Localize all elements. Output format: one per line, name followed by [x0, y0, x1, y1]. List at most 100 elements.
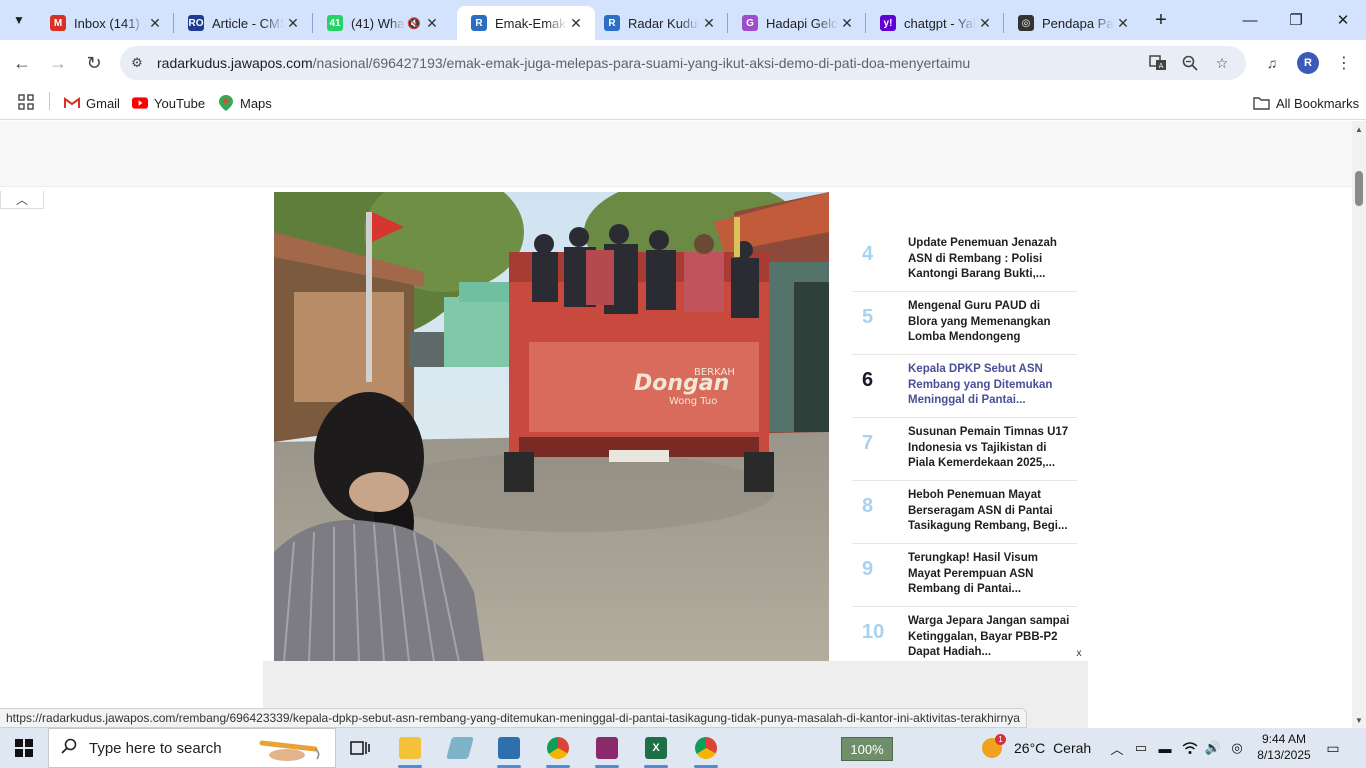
pencil-doodle-icon	[257, 735, 327, 768]
popular-article-item[interactable]: 4 Update Penemuan Jenazah ASN di Rembang …	[852, 229, 1077, 292]
volume-icon[interactable]: 🔊	[1203, 738, 1223, 758]
tab-search-button[interactable]: ▼	[6, 7, 32, 33]
browser-tab[interactable]: M Inbox (141) - ✕	[36, 6, 174, 40]
tab-close-icon[interactable]: ✕	[700, 14, 718, 32]
popular-article-item[interactable]: 7 Susunan Pemain Timnas U17 Indonesia vs …	[852, 418, 1077, 481]
muted-speaker-icon[interactable]: 🔇	[405, 14, 423, 32]
article-title-link[interactable]: Update Penemuan Jenazah ASN di Rembang :…	[908, 236, 1070, 284]
translate-icon[interactable]: A	[1148, 53, 1168, 73]
back-button[interactable]: ←	[9, 50, 35, 76]
bookmark-maps[interactable]: Maps	[218, 93, 272, 113]
browser-tab[interactable]: ◎ Pendapa Pati ✕	[1004, 6, 1142, 40]
browser-tab[interactable]: G Hadapi Gelo ✕	[728, 6, 866, 40]
popular-article-item[interactable]: 6 Kepala DPKP Sebut ASN Rembang yang Dite…	[852, 355, 1077, 418]
browser-tab[interactable]: RO Article - CMS ✕	[174, 6, 312, 40]
tab-strip: ▼ M Inbox (141) - ✕ RO Article - CMS ✕ 41 (41) …	[0, 0, 1366, 40]
apps-button[interactable]	[18, 93, 34, 113]
tab-close-icon[interactable]: ✕	[838, 14, 856, 32]
meet-now-icon[interactable]: ▭	[1131, 738, 1151, 758]
scroll-down-arrow-icon[interactable]: ▼	[1355, 716, 1363, 725]
article-rank-number: 4	[862, 243, 874, 265]
profile-avatar[interactable]: R	[1297, 52, 1319, 74]
zoom-indicator[interactable]: 100%	[841, 737, 893, 761]
tab-close-icon[interactable]: ✕	[146, 14, 164, 32]
article-title-link[interactable]: Warga Jepara Jangan sampai Ketinggalan, …	[908, 614, 1070, 662]
bookmark-star-icon[interactable]: ☆	[1212, 53, 1232, 73]
restore-button[interactable]: ❐	[1273, 0, 1319, 40]
taskbar-winrar[interactable]	[587, 732, 627, 768]
tab-close-icon[interactable]: ✕	[423, 14, 441, 32]
bookmark-youtube[interactable]: YouTube	[132, 93, 205, 113]
forward-button[interactable]: →	[45, 50, 71, 76]
all-bookmarks-button[interactable]: All Bookmarks	[1252, 93, 1359, 113]
apps-grid-icon	[18, 93, 34, 113]
article-title-link[interactable]: Susunan Pemain Timnas U17 Indonesia vs T…	[908, 425, 1070, 473]
browser-tab[interactable]: R Radar Kudus ✕	[590, 6, 728, 40]
taskbar-app-notes[interactable]	[440, 732, 480, 764]
minimize-icon: —	[1242, 11, 1258, 29]
page-scrollbar[interactable]: ▲ ▼	[1352, 121, 1366, 728]
article-title-link[interactable]: Heboh Penemuan Mayat Berseragam ASN di P…	[908, 488, 1070, 536]
taskbar-photos[interactable]	[489, 732, 529, 768]
taskbar-search-box[interactable]: Type here to search	[48, 728, 336, 768]
site-info-icon[interactable]: ⚙	[128, 54, 146, 72]
start-button[interactable]	[0, 728, 48, 768]
system-clock[interactable]: 9:44 AM 8/13/2025	[1252, 731, 1316, 763]
close-icon: ✕	[1336, 12, 1350, 29]
browser-toolbar: ← → ↻ ⚙ radarkudus.jawapos.com/nasional/…	[0, 40, 1366, 86]
chatgpt-icon: ◎	[1018, 15, 1034, 31]
tab-close-icon[interactable]: ✕	[567, 14, 585, 32]
popular-article-item[interactable]: 5 Mengenal Guru PAUD di Blora yang Memena…	[852, 292, 1077, 355]
menu-kebab-icon[interactable]: ⋮	[1333, 52, 1355, 74]
tray-overflow-chevron-icon[interactable]: ︿	[1107, 738, 1127, 758]
battery-icon[interactable]: ▬	[1155, 738, 1175, 758]
bookmark-gmail[interactable]: Gmail	[64, 93, 120, 113]
tab-close-icon[interactable]: ✕	[1114, 14, 1132, 32]
article-rank-number: 5	[862, 306, 874, 328]
tab-close-icon[interactable]: ✕	[976, 14, 994, 32]
zoom-icon[interactable]	[1180, 53, 1200, 73]
weather-widget[interactable]: 1 26°C Cerah	[982, 734, 1091, 760]
wifi-icon[interactable]	[1180, 738, 1200, 758]
popular-article-item[interactable]: 9 Terungkap! Hasil Visum Mayat Perempuan …	[852, 544, 1077, 607]
collapse-ad-button[interactable]: ︿	[0, 191, 44, 209]
taskbar-chrome[interactable]	[686, 732, 726, 768]
taskbar-file-explorer[interactable]	[390, 732, 430, 768]
popular-article-item[interactable]: 8 Heboh Penemuan Mayat Berseragam ASN di …	[852, 481, 1077, 544]
windows-taskbar: Type here to search X 100% 1 26°C Cerah …	[0, 728, 1366, 768]
chevron-down-icon: ▼	[13, 13, 25, 27]
article-photo: Dongan BERKAH Wong Tuo	[274, 192, 829, 662]
browser-tab[interactable]: y! chatgpt - Yah ✕	[866, 6, 1004, 40]
ad-close-button[interactable]: x	[1072, 646, 1086, 660]
top-ad-banner[interactable]	[0, 121, 1352, 187]
tab-close-icon[interactable]: ✕	[284, 14, 302, 32]
url-text[interactable]: radarkudus.jawapos.com/nasional/69642719…	[157, 55, 970, 71]
article-rank-number: 9	[862, 558, 874, 580]
browser-tab[interactable]: R Emak-Emak ✕	[457, 6, 595, 40]
chrome-icon	[547, 737, 569, 759]
tab-title: (41) WhatsApp	[351, 15, 405, 31]
browser-tab[interactable]: 41 (41) WhatsApp🔇✕	[313, 6, 451, 40]
close-window-button[interactable]: ✕	[1320, 0, 1366, 40]
link-status-bar: https://radarkudus.jawapos.com/rembang/6…	[0, 708, 1027, 728]
media-control-icon[interactable]: ♫	[1261, 52, 1283, 74]
article-title-link[interactable]: Mengenal Guru PAUD di Blora yang Memenan…	[908, 299, 1070, 347]
task-view-icon	[350, 741, 370, 755]
address-bar[interactable]: ⚙ radarkudus.jawapos.com/nasional/696427…	[120, 46, 1246, 80]
radarkudus-icon: R	[604, 15, 620, 31]
reload-button[interactable]: ↻	[81, 50, 107, 76]
minimize-button[interactable]: —	[1227, 0, 1273, 40]
network-activity-icon[interactable]: ◎	[1227, 738, 1247, 758]
notification-center-icon[interactable]: ▭	[1322, 738, 1344, 758]
article-title-link[interactable]: Kepala DPKP Sebut ASN Rembang yang Ditem…	[908, 362, 1070, 410]
new-tab-button[interactable]: +	[1150, 9, 1172, 31]
gmail-icon	[64, 96, 80, 110]
task-view-button[interactable]	[340, 732, 380, 764]
scrollbar-thumb[interactable]	[1355, 171, 1363, 206]
taskbar-excel[interactable]: X	[636, 732, 676, 768]
taskbar-chrome-profile[interactable]	[538, 732, 578, 768]
scroll-up-arrow-icon[interactable]: ▲	[1355, 125, 1363, 134]
article-rank-number: 10	[862, 621, 885, 643]
bookmarks-separator	[49, 92, 50, 110]
article-title-link[interactable]: Terungkap! Hasil Visum Mayat Perempuan A…	[908, 551, 1070, 599]
